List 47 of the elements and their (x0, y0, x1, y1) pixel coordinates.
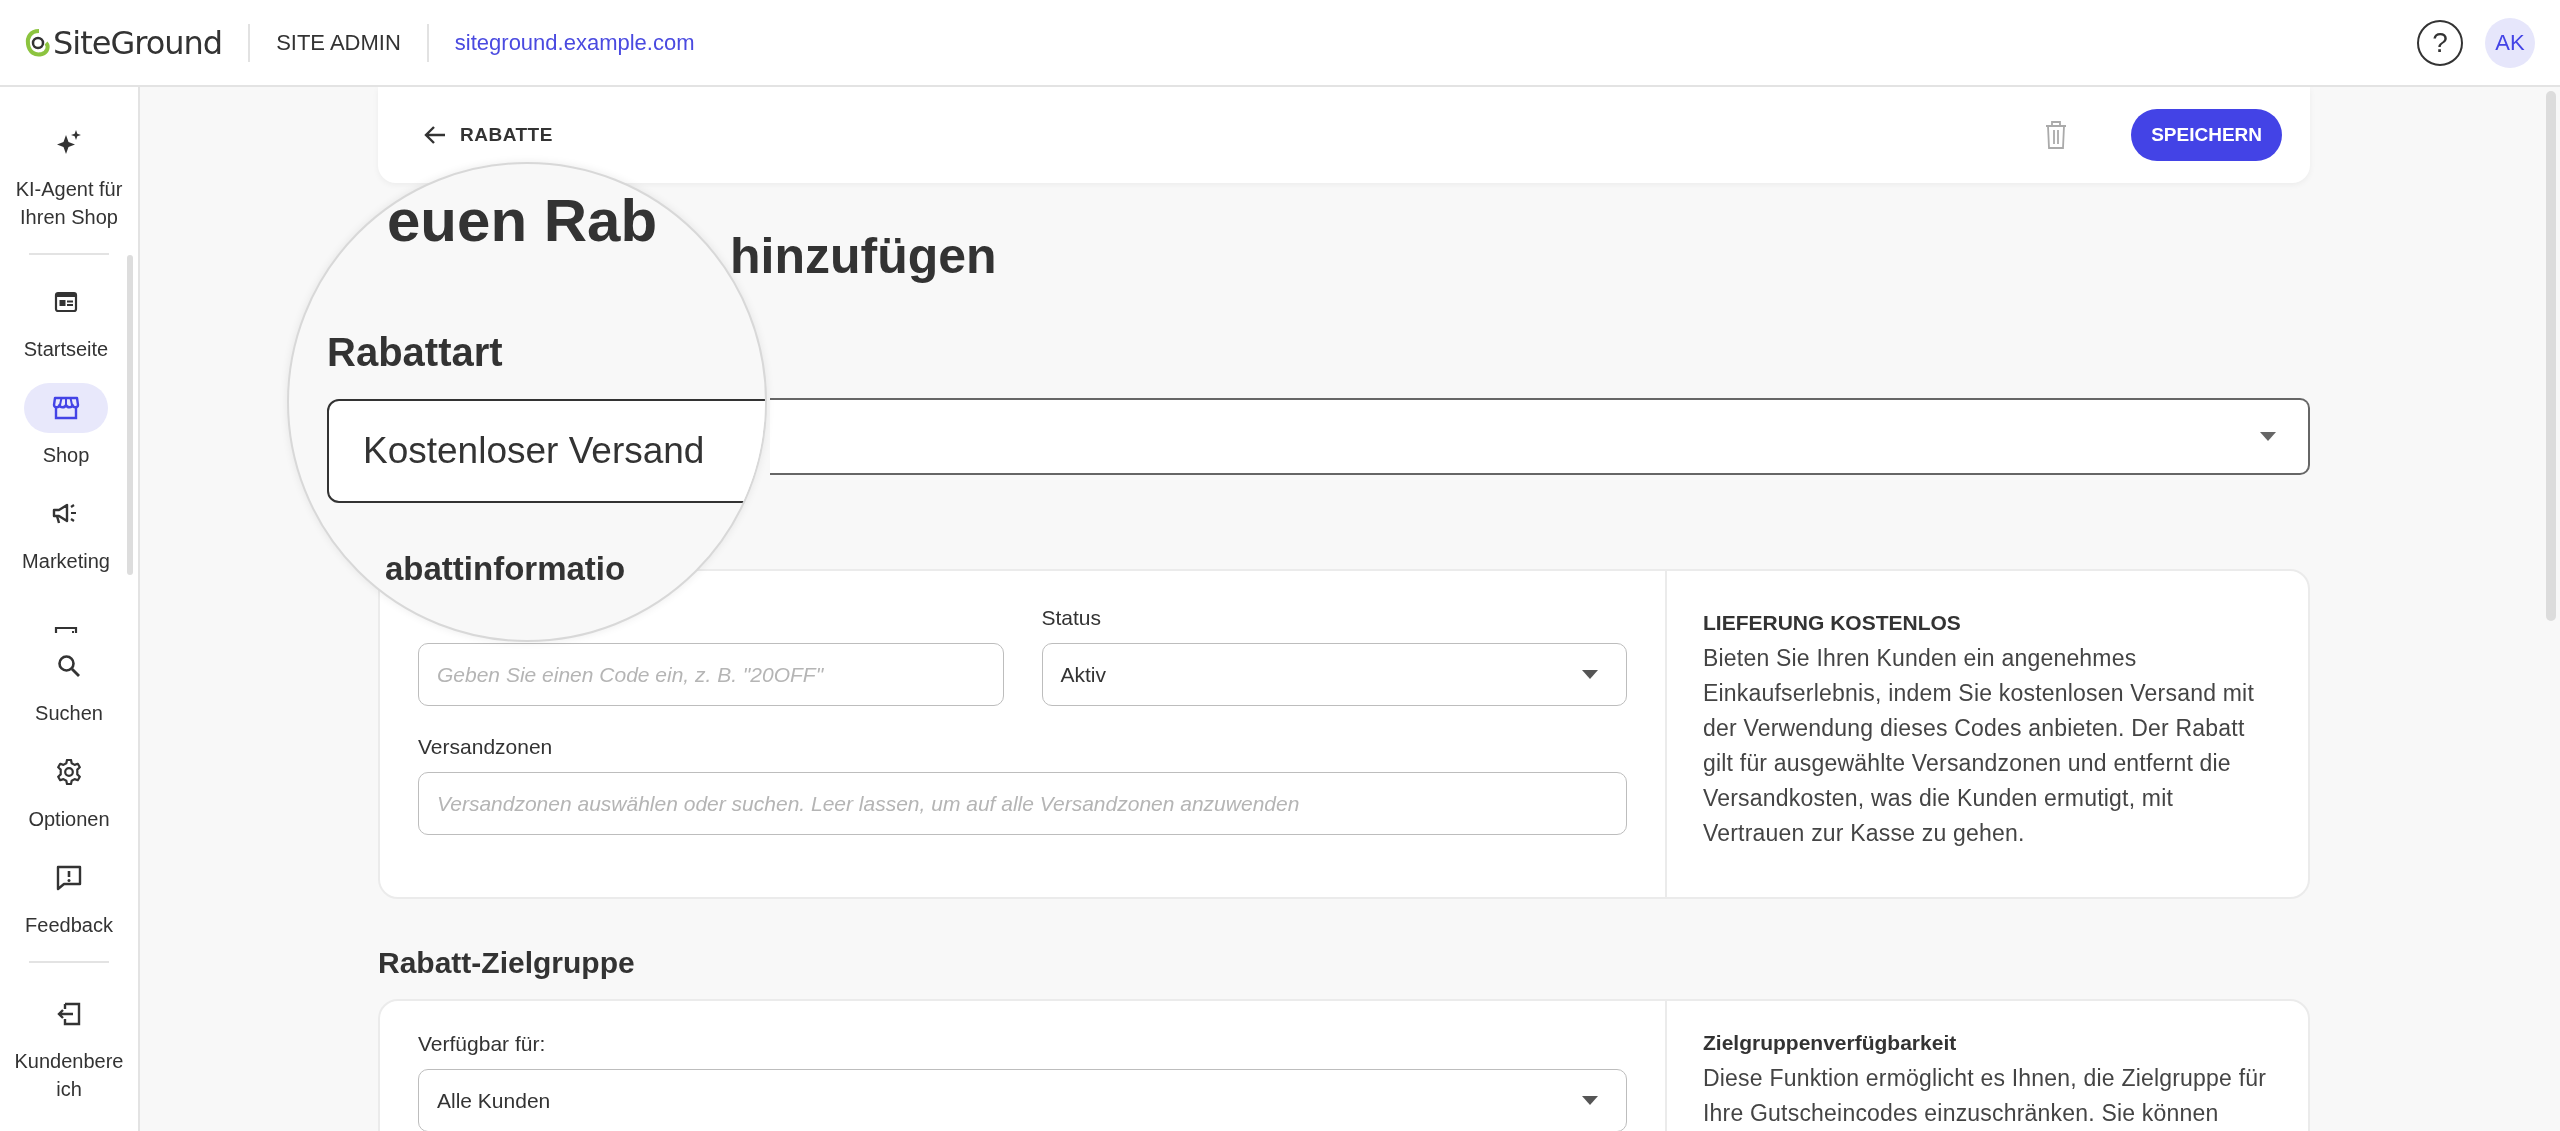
sidebar-item[interactable]: Startseite (7, 277, 125, 363)
info-title: LIEFERUNG KOSTENLOS (1703, 611, 1962, 635)
page-title: hinzufügen (730, 227, 998, 286)
info-text: Diese Funktion ermöglicht es Ihnen, die Zielgruppe für Ihre Gutscheincodes einzuschränken. Sie können (1703, 1064, 2268, 1128)
sidebar-item[interactable]: Kundenbereich (10, 989, 128, 1103)
magnified-label: Rabattart (327, 330, 503, 374)
caret-icon (1582, 1096, 1598, 1105)
info-text: Bieten Sie Ihren Kunden ein angenehmes Einkaufserlebnis, indem Sie kostenlosen Versand mit der Verwendung dieses Codes anbieten. Der Rabatt gilt für ausgewählte Versandzonen und entfernt die Versandkosten, was die Kunden ermutigt, mit Vertrauen zur Kasse zu gehen. (1703, 644, 2255, 848)
discount-type-select[interactable] (770, 398, 2310, 475)
search-icon (57, 654, 81, 678)
dashboard-icon (54, 291, 78, 313)
help-button[interactable]: ? (2417, 19, 2463, 66)
site-link[interactable]: siteground.example.com (454, 29, 695, 56)
audience-select[interactable]: Alle Kunden (418, 1069, 1627, 1131)
field-label: Verfügbar für: (418, 1031, 547, 1057)
logo-text[interactable]: SiteGround (53, 23, 223, 62)
magnified-title: euen Rab (387, 186, 658, 256)
field-label: Versandzonen (418, 734, 554, 760)
storefront-icon (52, 395, 80, 421)
trash-icon[interactable] (2045, 120, 2068, 150)
section-label: SITE ADMIN (276, 29, 401, 56)
sidebar-item[interactable]: Shop (7, 383, 125, 469)
field-label: Status (1041, 605, 1103, 631)
sidebar-item[interactable]: Optionen (10, 747, 128, 833)
caret-icon (1582, 670, 1598, 679)
info-title: Zielgruppenverfügbarkeit (1703, 1031, 1958, 1055)
code-input[interactable]: Geben Sie einen Code ein, z. B. "20OFF" (418, 643, 1004, 706)
sparkle-icon (56, 129, 82, 155)
sidebar-item[interactable]: Feedback (10, 853, 128, 939)
section-heading: Rabatt-Zielgruppe (378, 945, 636, 981)
sidebar-item[interactable]: Marketing (7, 489, 125, 575)
save-button[interactable]: SPEICHERN (2131, 109, 2282, 161)
scrollbar[interactable] (2546, 91, 2556, 621)
caret-icon (2260, 432, 2276, 441)
back-arrow-icon (424, 125, 446, 145)
sidebar-item[interactable]: KI-Agent für Ihren Shop (10, 117, 128, 231)
back-link[interactable]: RABATTE (424, 124, 553, 146)
sidebar-item[interactable]: Suchen (10, 641, 128, 727)
magnified-select[interactable]: Kostenloser Versand (327, 399, 765, 503)
exit-icon (56, 1001, 82, 1027)
status-select[interactable]: Aktiv (1041, 643, 1627, 706)
zones-input[interactable]: Versandzonen auswählen oder suchen. Leer lassen, um auf alle Versandzonen anzuwenden (418, 772, 1627, 835)
settings-icon (56, 759, 82, 785)
avatar[interactable]: AK (2485, 17, 2535, 68)
magnified-heading: abattinformatio (385, 550, 626, 588)
feedback-icon (56, 865, 82, 891)
swirl-logo-icon (25, 27, 51, 58)
